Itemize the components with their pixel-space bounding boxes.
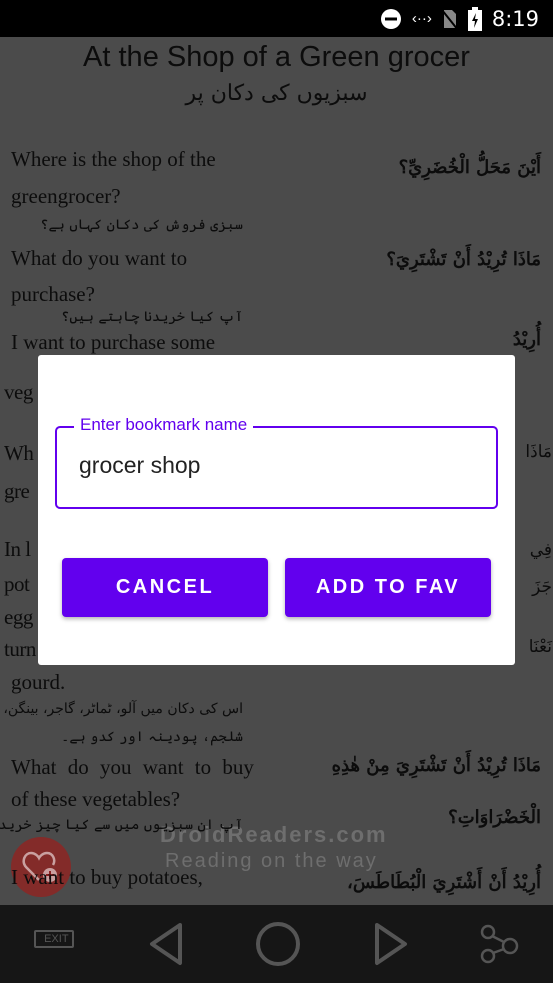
share-icon[interactable] [479, 924, 519, 964]
arabic-line: نَعْنَا [528, 637, 552, 657]
cancel-button[interactable]: CANCEL [62, 558, 268, 617]
english-line: veg [4, 380, 33, 404]
english-line: egg [4, 605, 33, 629]
bookmark-dialog: Enter bookmark name CANCEL ADD TO FAV [38, 355, 515, 665]
urdu-line: آپ کیا خریدنا چاہتے ہیں؟ [61, 309, 243, 325]
bookmark-name-input[interactable] [79, 452, 479, 479]
english-line: turn [4, 637, 36, 661]
next-icon[interactable] [371, 921, 411, 967]
do-not-disturb-icon [380, 8, 401, 29]
data-sync-icon: ‹··› [411, 10, 432, 27]
urdu-line: شلجم، پودینہ اور کدو ہے۔ [61, 729, 243, 745]
urdu-line: اس کی دکان میں آلو، ٹماٹر، گاجر، بینگن، … [0, 701, 243, 717]
clock: 8:19 [491, 6, 539, 31]
urdu-line: آپ ان سبزیوں میں سے کیا چیز خریدنا چاہتے… [0, 817, 243, 833]
bookmark-name-label: Enter bookmark name [74, 415, 254, 435]
page-title: At the Shop of a Green grocer [83, 41, 470, 73]
english-line: In l [4, 537, 31, 561]
arabic-line: أَيْنَ مَحَلُّ الْخُضَرِيِّ؟ [398, 157, 541, 178]
previous-icon[interactable] [146, 921, 186, 967]
arabic-line: مَاذَا [525, 442, 552, 462]
english-line: gourd. [11, 670, 66, 694]
english-line: I want to buy potatoes, [11, 865, 203, 889]
arabic-line: جَزَ [532, 577, 552, 597]
arabic-line: فِي [529, 540, 552, 560]
arabic-line: مَاذَا تُرِيْدُ أَنْ تَشْتَرِيَ؟ [386, 249, 541, 270]
english-line: What do you want to [11, 246, 188, 270]
status-bar: ‹··› 8:19 [0, 0, 553, 37]
bookmark-name-field[interactable]: Enter bookmark name [55, 415, 498, 509]
english-line: Wh [4, 441, 34, 465]
exit-label: EXIT [44, 933, 69, 945]
english-line: gre [4, 479, 30, 503]
english-line: of these vegetables? [11, 787, 181, 811]
english-line: purchase? [11, 282, 95, 306]
urdu-line: سبزی فروش کی دکان کہاں ہے؟ [40, 217, 243, 233]
arabic-line: الْخَضْرَاوَاتِ؟ [448, 807, 541, 828]
english-line: What do you want to buy [11, 755, 254, 779]
no-sim-icon [441, 8, 458, 30]
exit-button[interactable]: EXIT [34, 926, 78, 962]
arabic-line: أُرِيْدُ أَنْ أَشْتَرِيَ الْبُطَاطَسَ، [347, 872, 541, 893]
battery-charging-icon [467, 6, 482, 31]
english-line: I want to purchase some [11, 330, 216, 354]
exit-icon: EXIT [34, 930, 74, 948]
home-icon[interactable] [254, 920, 302, 968]
navigation-bar: EXIT [0, 905, 553, 983]
add-to-fav-button[interactable]: ADD TO FAV [285, 558, 491, 617]
arabic-line: أُرِيْدُ [512, 329, 541, 350]
arabic-line: مَاذَا تُرِيْدُ أَنْ تَشْتَرِيَ مِنْ هٰذ… [331, 755, 541, 776]
english-line: greengrocer? [11, 184, 121, 208]
english-line: Where is the shop of the [11, 147, 216, 171]
english-line: pot [4, 572, 30, 596]
urdu-title: سبزیوں کی دکان پر [185, 81, 368, 106]
